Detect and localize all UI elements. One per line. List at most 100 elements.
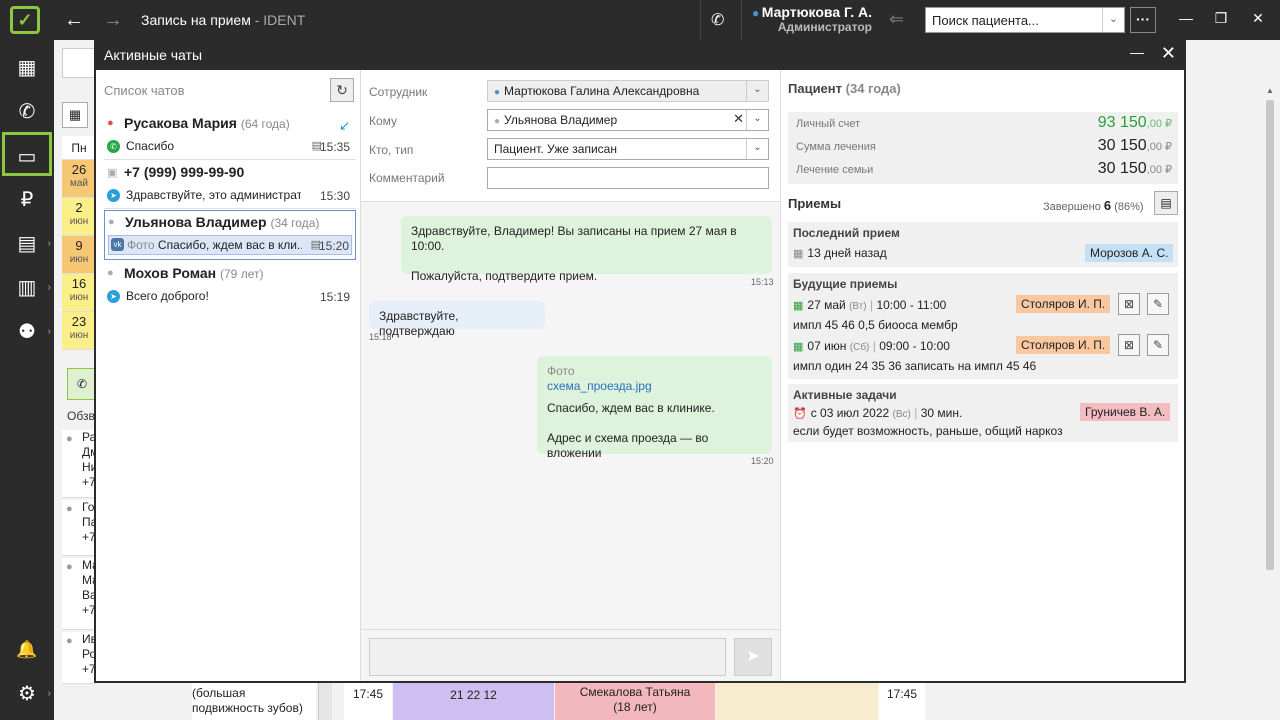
chat-list-item[interactable]: ▣ +7 (999) 999-99-90 ➤ Здравствуйте, это… <box>104 161 356 209</box>
list-item[interactable]: ● Ра Дм Ни +7 <box>62 430 96 498</box>
chevron-down-icon[interactable]: ⌄ <box>746 81 768 101</box>
task-date: с 03 июл 2022 <box>810 406 890 420</box>
sidebar-item-payments[interactable]: ₽ <box>0 178 54 222</box>
message-time: 15:20 <box>318 239 349 253</box>
window-title: Запись на прием - IDENT <box>141 12 305 28</box>
dialog-close-button[interactable]: ✕ <box>1161 43 1176 64</box>
day-cell[interactable]: 2 июн <box>62 198 96 236</box>
current-user[interactable]: Мартюкова Г. А. Администратор <box>750 4 872 34</box>
account-row: Сумма лечения 30 150,00 ₽ <box>796 137 1172 157</box>
appointment-date: 07 июн <box>807 339 847 353</box>
person-icon: ● <box>494 116 501 127</box>
time-slot: 17:45 <box>344 683 392 720</box>
sidebar-item-calendar[interactable]: ▦ <box>0 46 54 90</box>
day-cell[interactable]: 26 май <box>62 160 96 198</box>
cancel-appointment-button[interactable]: ⊠ <box>1118 293 1140 315</box>
list-item[interactable]: ● Ив Ро +7 <box>62 632 96 684</box>
more-button[interactable]: ··· <box>1130 7 1156 33</box>
contact-type-select[interactable]: Пациент. Уже записан ⌄ <box>487 138 769 160</box>
background-note: (большая подвижность зубов) <box>192 683 316 720</box>
cancel-calendar-icon: ⊠ <box>1123 338 1135 352</box>
cancel-appointment-button[interactable]: ⊠ <box>1118 334 1140 356</box>
outgoing-message[interactable]: Здравствуйте, Владимер! Вы записаны на п… <box>401 216 772 283</box>
send-button[interactable]: ➤ <box>734 638 772 676</box>
sidebar-item-schedule[interactable]: ▤ › <box>0 222 54 266</box>
back-arrow-icon[interactable]: ← <box>64 8 84 32</box>
calendar-button[interactable]: ▦ <box>62 102 88 128</box>
sidebar-item-chats[interactable]: ▭ <box>2 132 52 176</box>
day-cell[interactable]: 9 июн <box>62 236 96 274</box>
scrollbar[interactable] <box>318 683 332 720</box>
edit-appointment-button[interactable]: ✎ <box>1147 334 1169 356</box>
main-scrollbar[interactable] <box>1266 100 1274 570</box>
sidebar-item-settings[interactable]: ⚙ › <box>0 672 54 716</box>
incoming-message[interactable]: Здравствуйте, подтверждаю <box>369 301 545 338</box>
future-appointment-datetime[interactable]: ▦ 27 май (Вт) | 10:00 - 11:00 <box>793 298 946 312</box>
account-cents: ,00 ₽ <box>1146 164 1172 176</box>
doctor-tag[interactable]: Столяров И. П. <box>1016 336 1111 354</box>
completed-label: Завершено <box>1043 201 1101 213</box>
doctor-tag[interactable]: Морозов А. С. <box>1085 244 1174 262</box>
dialog-title-bar[interactable]: Активные чаты — ✕ <box>96 42 1184 70</box>
list-item[interactable]: ● Ма Ма Ва +7 <box>62 558 96 630</box>
restore-window-button[interactable]: ❐ <box>1211 10 1231 27</box>
chevron-down-icon[interactable]: ⌄ <box>1102 8 1124 32</box>
comment-input[interactable] <box>487 167 769 189</box>
message-input[interactable] <box>369 638 726 676</box>
dialog-minimize-button[interactable]: — <box>1130 44 1144 60</box>
employee-select[interactable]: ● Мартюкова Галина Александровна ⌄ <box>487 80 769 102</box>
chevron-down-icon[interactable]: ⌄ <box>746 110 768 130</box>
cancel-calendar-icon: ⊠ <box>1123 297 1135 311</box>
minimize-window-button[interactable]: — <box>1176 10 1196 26</box>
chat-icon: ▭ <box>17 146 37 168</box>
appointment-dow: (Сб) <box>849 342 870 353</box>
scroll-up-icon[interactable]: ▲ <box>1266 86 1274 95</box>
divider <box>700 0 701 40</box>
refresh-button[interactable]: ↻ <box>330 78 354 102</box>
chat-list-item[interactable]: ● Русакова Мария (64 года) ↙ ✆ Спасибо ▤… <box>104 112 356 160</box>
patient-card-button[interactable]: ▤ <box>1154 191 1178 215</box>
day-cell[interactable]: 23 июн <box>62 312 96 350</box>
task-dow: (Вс) <box>892 409 911 420</box>
day-cell[interactable]: 16 июн <box>62 274 96 312</box>
appointment-cell[interactable]: 21 22 12 <box>393 683 554 720</box>
sidebar-item-staff[interactable]: ⚉ › <box>0 310 54 354</box>
attachment-link[interactable]: схема_проезда.jpg <box>547 379 762 394</box>
sidebar-item-reports[interactable]: ▥ › <box>0 266 54 310</box>
outgoing-message[interactable]: Фото схема_проезда.jpg Спасибо, ждем вас… <box>537 356 772 460</box>
doctor-tag[interactable]: Груничев В. А. <box>1080 403 1171 421</box>
appointment-time: 09:00 - 10:00 <box>879 339 950 353</box>
edit-appointment-button[interactable]: ✎ <box>1147 293 1169 315</box>
clear-icon[interactable]: ✕ <box>733 111 744 127</box>
appointment-cell[interactable] <box>716 683 878 720</box>
list-item[interactable]: ● Го Па +7 <box>62 500 96 556</box>
doctor-tag[interactable]: Столяров И. П. <box>1016 295 1111 313</box>
appointment-cell[interactable]: Смекалова Татьяна (18 лет) <box>555 683 715 720</box>
chat-list-item-selected[interactable]: ● Ульянова Владимер (34 года) vk Фото Сп… <box>104 210 356 260</box>
person-icon: ● <box>66 561 73 573</box>
chat-list-item[interactable]: ● Мохов Роман (79 лет) ➤ Всего доброго! … <box>104 262 356 310</box>
account-value: 30 150,00 ₽ <box>1098 160 1172 178</box>
close-window-button[interactable]: ✕ <box>1248 10 1268 27</box>
app-logo-icon[interactable]: ✓ <box>10 6 40 34</box>
phone-button[interactable]: ✆ <box>67 368 97 400</box>
appointment-date: 27 май <box>807 298 846 312</box>
sidebar-item-calls[interactable]: ✆ <box>0 90 54 134</box>
day-number: 2 <box>75 200 83 215</box>
window-title-app: - IDENT <box>250 12 306 28</box>
telephony-icon[interactable]: ✆ <box>711 10 724 30</box>
person-icon: ● <box>66 635 73 647</box>
future-appointment-datetime[interactable]: ▦ 07 июн (Сб) | 09:00 - 10:00 <box>793 339 950 353</box>
forward-arrow-icon[interactable]: → <box>103 8 123 32</box>
chat-contact-name: Русакова Мария (64 года) <box>124 115 290 131</box>
patient-search-input[interactable]: Поиск пациента... ⌄ <box>925 7 1125 33</box>
reports-icon: ▥ <box>17 277 37 299</box>
calendar-icon: ▦ <box>793 248 804 260</box>
recipient-select[interactable]: ● Ульянова Владимер ✕ ⌄ <box>487 109 769 131</box>
history-back-icon[interactable]: ⇐ <box>889 9 904 30</box>
sidebar-item-notifications[interactable]: 🔔 <box>0 628 54 672</box>
chevron-down-icon[interactable]: ⌄ <box>746 139 768 159</box>
task-when[interactable]: ⏰ с 03 июл 2022 (Вс) | 30 мин. <box>793 406 962 420</box>
users-icon: ⚉ <box>18 321 36 343</box>
conversation-panel: Сотрудник ● Мартюкова Галина Александровн… <box>361 70 781 681</box>
